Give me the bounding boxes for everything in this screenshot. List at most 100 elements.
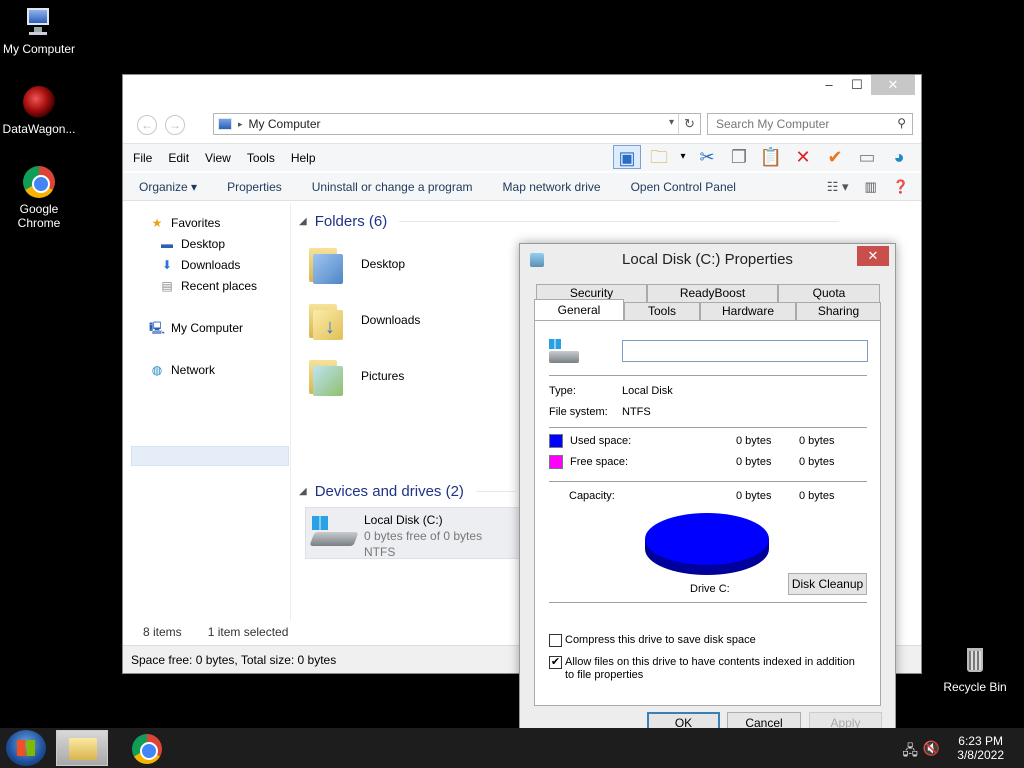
folder-pictures[interactable]: Pictures [307, 351, 507, 401]
menu-file[interactable]: File [133, 151, 152, 165]
drive-local-disk-c[interactable]: Local Disk (C:) 0 bytes free of 0 bytes … [305, 507, 535, 559]
computer-icon [218, 118, 232, 130]
folder-downloads[interactable]: ↓ Downloads [307, 295, 507, 345]
uninstall-button[interactable]: Uninstall or change a program [312, 180, 473, 194]
folder-label: Downloads [361, 313, 421, 327]
close-button[interactable]: ✕ [871, 75, 915, 95]
desktop-icon-label: Recycle Bin [943, 680, 1007, 694]
copy-icon[interactable]: ❐ [725, 145, 753, 169]
nav-label: Downloads [181, 258, 241, 272]
used-space-label: Used space: [570, 435, 632, 447]
nav-my-computer[interactable]: 🖳 My Computer [149, 318, 243, 338]
group-title: Devices and drives (2) [314, 483, 464, 500]
compress-checkbox[interactable] [549, 634, 562, 647]
minimize-button[interactable]: – [815, 75, 843, 95]
volume-muted-icon[interactable]: 🔇 [923, 740, 940, 757]
taskbar-explorer-button[interactable] [56, 730, 108, 766]
nav-label: My Computer [171, 321, 244, 335]
preview-pane-icon[interactable]: ▣ [613, 145, 641, 169]
folder-desktop[interactable]: Desktop [307, 239, 507, 289]
desktop-icon-datawagon[interactable]: DataWagon... [0, 86, 78, 136]
rename-icon[interactable]: ▭ [853, 145, 881, 169]
map-network-drive-button[interactable]: Map network drive [503, 180, 601, 194]
nav-desktop[interactable]: ▬ Desktop [159, 234, 225, 254]
tab-sharing[interactable]: Sharing [796, 302, 881, 320]
disk-usage-pie [645, 513, 769, 575]
menu-view[interactable]: View [205, 151, 231, 165]
used-space-bytes: 0 bytes [736, 435, 772, 447]
downloads-icon: ⬇ [161, 258, 173, 272]
globe-icon[interactable]: ◕ [885, 145, 913, 169]
index-checkbox[interactable]: ✔ [549, 656, 562, 669]
menu-help[interactable]: Help [291, 151, 316, 165]
index-label[interactable]: Allow files on this drive to have conten… [565, 656, 865, 682]
folder-label: Pictures [361, 369, 405, 383]
breadcrumb[interactable]: My Computer [249, 117, 321, 131]
clock[interactable]: 6:23 PM 3/8/2022 [957, 734, 1004, 762]
paste-icon[interactable]: 📋 [757, 145, 785, 169]
selected-highlight [131, 446, 289, 466]
hard-drive-icon [549, 339, 579, 365]
devices-group-header[interactable]: ◢ Devices and drives (2) [299, 483, 516, 500]
compress-label[interactable]: Compress this drive to save disk space [565, 634, 756, 646]
folder-check-icon[interactable]: 🗀 [645, 145, 673, 169]
drive-name-field[interactable] [622, 340, 868, 362]
nav-favorites[interactable]: ★ Favorites [149, 213, 221, 233]
tab-quota[interactable]: Quota [778, 284, 880, 302]
tab-hardware[interactable]: Hardware [700, 302, 796, 320]
forward-button[interactable]: → [165, 115, 185, 135]
type-value: Local Disk [622, 385, 673, 397]
nav-downloads[interactable]: ⬇ Downloads [159, 255, 240, 275]
collapse-icon[interactable]: ◢ [299, 486, 307, 497]
dialog-close-button[interactable]: ✕ [857, 246, 889, 266]
start-button[interactable] [6, 730, 46, 766]
search-input[interactable]: Search My Computer ⚲ [707, 113, 913, 135]
desktop-icon-label: My Computer [2, 42, 76, 56]
network-tray-icon[interactable]: 🖧 [902, 740, 918, 764]
tab-readyboost[interactable]: ReadyBoost [647, 284, 778, 302]
desktop-icon-chrome[interactable]: Google Chrome [0, 166, 78, 230]
disk-cleanup-button[interactable]: Disk Cleanup [788, 573, 867, 595]
help-icon[interactable]: ❓ [893, 179, 909, 195]
nav-label: Recent places [181, 279, 258, 293]
preview-pane-toggle-icon[interactable]: ▥ [865, 179, 877, 195]
maximize-button[interactable]: ☐ [843, 75, 871, 95]
address-bar[interactable]: ▸ My Computer ▾ ↻ [213, 113, 701, 135]
nav-network[interactable]: ◍ Network [149, 360, 215, 380]
menu-edit[interactable]: Edit [168, 151, 189, 165]
space-info: Space free: 0 bytes, Total size: 0 bytes [131, 652, 337, 667]
tab-general[interactable]: General [534, 299, 624, 321]
dialog-title: Local Disk (C:) Properties [622, 251, 793, 268]
search-icon[interactable]: ⚲ [897, 116, 906, 130]
navigation-pane: ★ Favorites ▬ Desktop ⬇ Downloads ▤ Rece… [123, 203, 291, 621]
checkmark-icon[interactable]: ✔ [821, 145, 849, 169]
folders-group-header[interactable]: ◢ Folders (6) [299, 213, 840, 230]
nav-label: Network [171, 363, 216, 377]
view-options-icon[interactable]: ☷ ▾ [827, 179, 849, 195]
menu-tools[interactable]: Tools [247, 151, 275, 165]
back-button[interactable]: ← [137, 115, 157, 135]
nav-recent-places[interactable]: ▤ Recent places [159, 276, 257, 296]
capacity-size: 0 bytes [799, 490, 835, 502]
properties-button[interactable]: Properties [227, 180, 282, 194]
cut-icon[interactable]: ✂ [693, 145, 721, 169]
tab-tools[interactable]: Tools [624, 302, 700, 320]
delete-icon[interactable]: ✕ [789, 145, 817, 169]
search-placeholder: Search My Computer [716, 117, 830, 131]
collapse-icon[interactable]: ◢ [299, 216, 307, 227]
desktop-icon-recycle-bin[interactable]: Recycle Bin [936, 644, 1014, 694]
pie-top-used [645, 513, 769, 565]
refresh-icon[interactable]: ↻ [678, 114, 700, 134]
nav-label: Favorites [171, 216, 221, 230]
folder-icon [307, 356, 347, 396]
chevron-down-icon[interactable]: ▾ [669, 117, 674, 128]
desktop-icon-my-computer[interactable]: My Computer [0, 6, 78, 56]
drive-fs-text: NTFS [364, 545, 396, 559]
taskbar-chrome-button[interactable] [132, 734, 162, 764]
chrome-icon [23, 166, 55, 198]
dropdown-icon[interactable]: ▾ [677, 145, 689, 169]
general-tab-panel: Type: Local Disk File system: NTFS Used … [534, 320, 881, 706]
dialog-titlebar: Local Disk (C:) Properties ✕ [520, 244, 895, 276]
open-control-panel-button[interactable]: Open Control Panel [631, 180, 736, 194]
organize-button[interactable]: Organize ▾ [139, 180, 197, 194]
